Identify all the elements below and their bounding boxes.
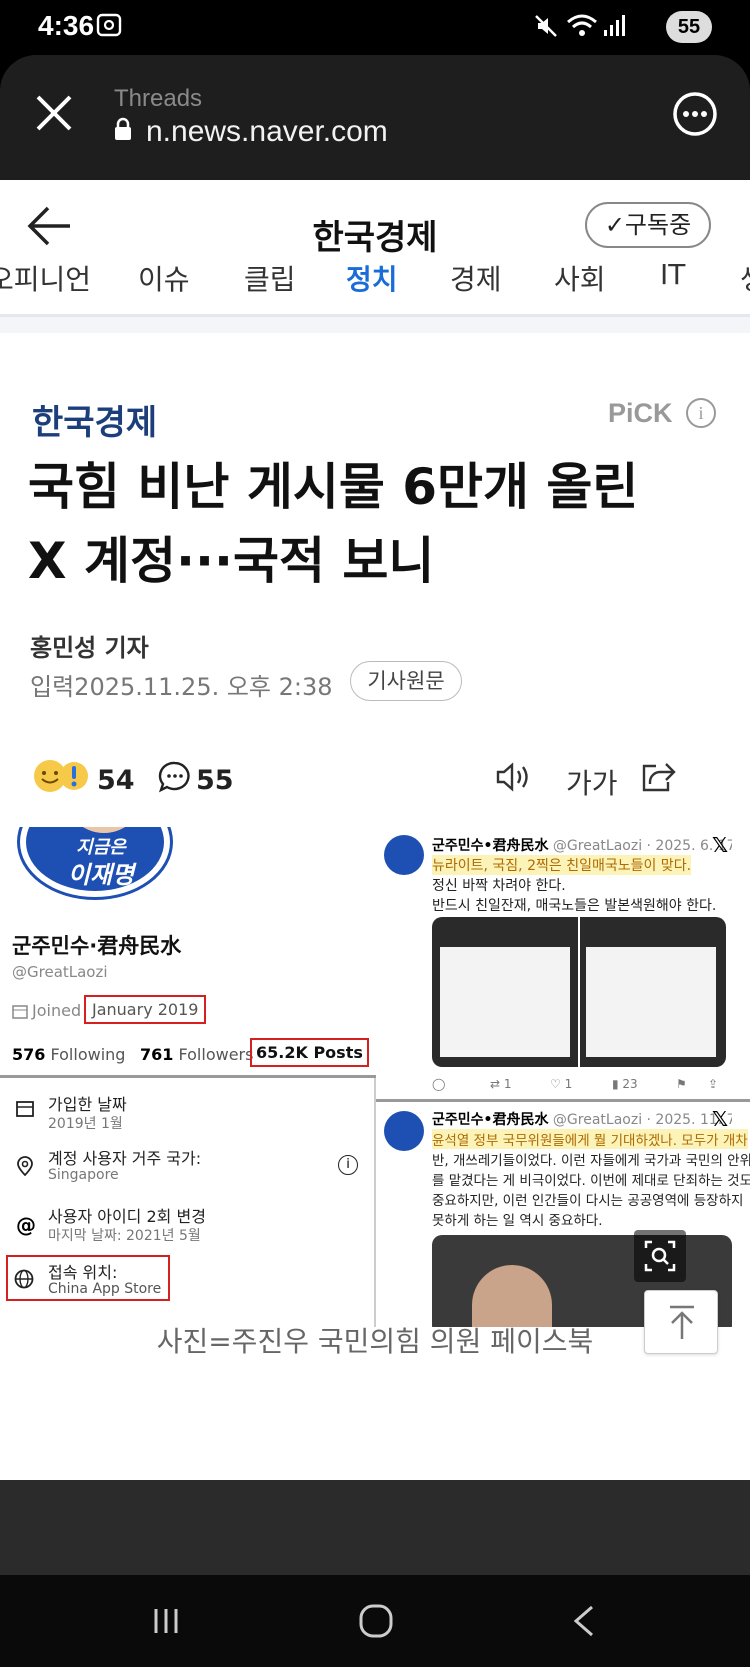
location-icon <box>16 1156 34 1180</box>
headline-line-2: X 계정···국적 보니 <box>28 532 435 590</box>
system-navigation-bar <box>0 1575 750 1667</box>
status-time: 4:36 <box>38 10 95 41</box>
tab-issue[interactable]: 이슈 <box>138 258 190 298</box>
text-to-speech-icon[interactable] <box>494 760 532 798</box>
tab-url[interactable]: n.news.naver.com <box>146 115 388 149</box>
info-icon[interactable]: i <box>686 398 716 428</box>
lock-icon <box>114 117 132 145</box>
screenshot-icon <box>96 12 122 42</box>
image-caption: 사진=주진우 국민의힘 의원 페이스북 <box>156 1325 594 1358</box>
tweet-2-line-1: 윤석열 정부 국무위원들에게 뭘 기대하겠나. 모두가 개차 <box>432 1129 748 1149</box>
tab-it[interactable]: IT <box>660 258 685 291</box>
tweet-1-line-1: 뉴라이트, 국짐, 2찍은 친일매국노들이 맞다. <box>432 855 692 875</box>
about-username-title: 사용자 아이디 2회 변경 <box>48 1207 206 1226</box>
posts-count: 65.2K Posts <box>250 1038 369 1067</box>
tweet-1-header: 군주민수•君舟民水 @GreatLaozi · 2025. 6. 17. <box>432 838 732 854</box>
tab-economy[interactable]: 경제 <box>450 258 502 298</box>
status-bar: 4:36 55 <box>0 0 750 55</box>
subscribe-button[interactable]: ✓구독중 <box>585 202 711 248</box>
article-headline: 국힘 비난 게시물 6만개 올린 X 계정···국적 보니 <box>28 450 728 598</box>
tweet-2-header: 군주민수•君舟民水 @GreatLaozi · 2025. 11. 7. <box>432 1112 732 1128</box>
battery-indicator: 55 <box>666 11 712 43</box>
about-joined-value: 2019년 1월 <box>48 1116 123 1132</box>
tweet-1-image-left <box>432 917 578 1067</box>
bottom-toolbar-area <box>0 1480 750 1575</box>
tab-society[interactable]: 사회 <box>554 258 606 298</box>
tweet-2-line-3: 를 맡겼다는 게 비극이었다. 이번에 제대로 단죄하는 것도 <box>432 1173 750 1189</box>
tab-politics[interactable]: 정치 <box>346 258 398 298</box>
article-image[interactable]: 지금은 이재명 군주민수·君舟民水 @GreatLaozi Joined Jan… <box>0 827 750 1327</box>
at-sign-icon: @ <box>16 1213 36 1237</box>
globe-icon <box>14 1269 34 1293</box>
tab-clip[interactable]: 클립 <box>244 258 296 298</box>
wifi-icon <box>566 12 598 44</box>
close-icon[interactable] <box>34 93 74 137</box>
info-icon: i <box>338 1155 358 1175</box>
reaction-emoji-icon[interactable] <box>32 758 92 798</box>
tweet-avatar <box>384 1111 424 1151</box>
tab-site-name: Threads <box>114 85 203 112</box>
following-stat: 576 Following <box>12 1045 126 1064</box>
tweet-2-line-5: 못하게 하는 일 역시 중요하다. <box>432 1213 603 1229</box>
profile-screenshot: 지금은 이재명 군주민수·君舟民水 @GreatLaozi Joined Jan… <box>0 827 376 1327</box>
joined-date: January 2019 <box>84 995 207 1024</box>
tweet-1-line-3: 반드시 친일잔재, 매국노들은 발본색원해야 한다. <box>432 898 717 914</box>
mute-icon <box>532 12 560 44</box>
calendar-icon <box>12 1003 28 1023</box>
profile-handle: @GreatLaozi <box>12 963 108 981</box>
home-icon[interactable] <box>358 1603 394 1643</box>
profile-avatar: 지금은 이재명 <box>20 827 170 897</box>
article-page: 한국경제 ✓구독중 오피니언 이슈 클립 정치 경제 사회 IT 생활 한국경제… <box>0 180 750 1480</box>
about-country-value: Singapore <box>48 1167 119 1183</box>
tweet-1-image-right <box>580 917 726 1067</box>
about-location-title: 접속 위치: <box>48 1263 118 1282</box>
more-options-icon[interactable] <box>672 91 718 141</box>
recent-apps-icon[interactable] <box>150 1605 182 1641</box>
font-size-button[interactable]: 가가 <box>566 762 618 802</box>
custom-tab-bar: Threads n.news.naver.com <box>0 55 750 180</box>
press-logo[interactable]: 한국경제 <box>32 395 157 444</box>
calendar-icon <box>16 1099 34 1121</box>
about-country-title: 계정 사용자 거주 국가: <box>48 1149 202 1168</box>
back-icon[interactable] <box>572 1603 596 1643</box>
profile-name: 군주민수·君舟民水 <box>12 934 182 958</box>
category-nav: 오피니언 이슈 클립 정치 경제 사회 IT 생활 <box>0 258 750 303</box>
original-article-button[interactable]: 기사원문 <box>350 661 462 701</box>
article-date: 입력2025.11.25. 오후 2:38 <box>30 667 333 702</box>
tab-life[interactable]: 생활 <box>740 258 750 298</box>
followers-stat: 761 Followers <box>140 1045 254 1064</box>
date-label: 입력 <box>30 673 75 701</box>
reaction-count: 54 <box>97 765 135 796</box>
date-value: 2025.11.25. 오후 2:38 <box>74 673 333 701</box>
tab-opinion[interactable]: 오피니언 <box>0 258 91 298</box>
comment-icon[interactable] <box>158 760 192 798</box>
reporter-name[interactable]: 홍민성 기자 <box>30 628 149 663</box>
image-search-icon[interactable] <box>634 1230 686 1282</box>
signal-icon <box>602 12 626 44</box>
pick-badge: PiCK <box>608 398 673 428</box>
joined-label: Joined <box>32 1001 82 1020</box>
about-joined-title: 가입한 날짜 <box>48 1095 127 1114</box>
tweet-1-line-2: 정신 바짝 차려야 한다. <box>432 878 566 894</box>
x-logo-icon: 𝕏 <box>712 833 729 857</box>
about-username-value: 마지막 날짜: 2021년 5월 <box>48 1228 201 1244</box>
tweet-avatar <box>384 835 424 875</box>
tweets-screenshot: 군주민수•君舟民水 @GreatLaozi · 2025. 6. 17. 𝕏 뉴… <box>376 827 750 1327</box>
comment-count: 55 <box>196 765 234 796</box>
headline-line-1: 국힘 비난 게시물 6만개 올린 <box>28 458 639 516</box>
section-separator <box>0 317 750 333</box>
about-location-value: China App Store <box>48 1281 162 1297</box>
x-logo-icon: 𝕏 <box>712 1107 729 1131</box>
tweet-2-line-2: 반, 개쓰레기들이었다. 이런 자들에게 국가과 국민의 안위 <box>432 1153 750 1169</box>
share-icon[interactable] <box>640 758 676 798</box>
tweet-2-line-4: 중요하지만, 이런 인간들이 다시는 공공영역에 등장하지 <box>432 1193 744 1209</box>
